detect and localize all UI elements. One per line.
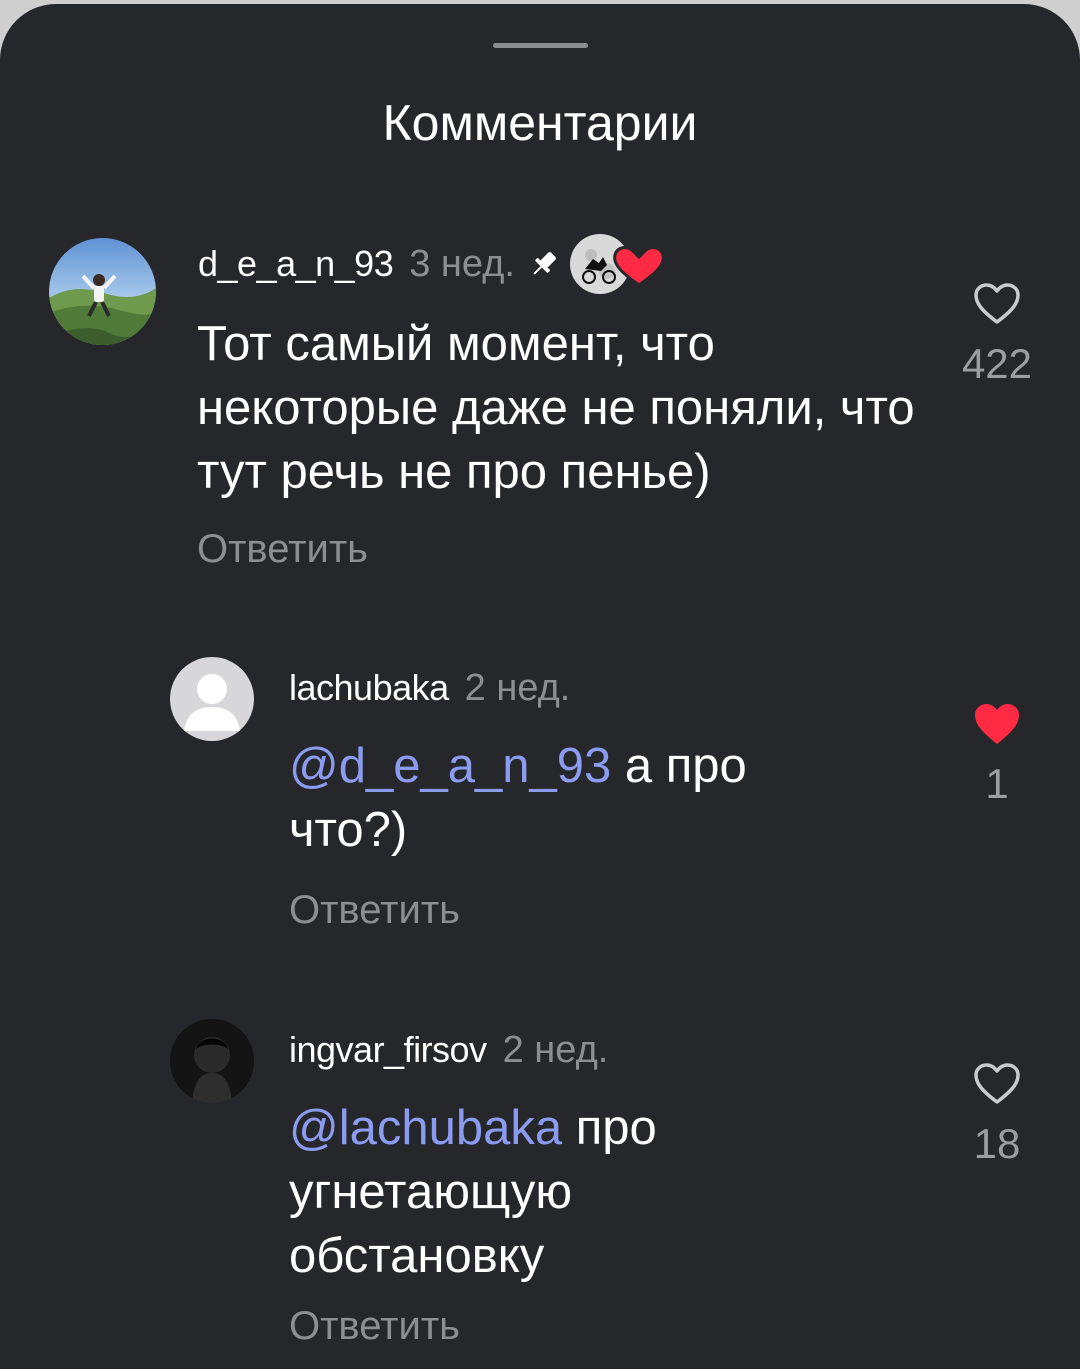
like-button[interactable]: 422 [937, 282, 1057, 388]
like-count: 422 [961, 340, 1033, 387]
username[interactable]: d_e_a_n_93 [198, 243, 394, 285]
mention-link[interactable]: @lachubaka [289, 1101, 562, 1155]
comment-text: @d_e_a_n_93 а про что?) [289, 739, 747, 857]
drag-handle[interactable] [493, 43, 588, 48]
author-liked-badge-icon [567, 231, 671, 297]
comment-meta: ingvar_firsov 2 нед. [289, 1022, 608, 1078]
comment-meta: d_e_a_n_93 3 нед. [198, 234, 671, 294]
heart-outline-icon [974, 1063, 1020, 1104]
like-count: 18 [973, 1120, 1021, 1167]
avatar[interactable] [170, 1019, 254, 1103]
pin-icon [527, 247, 561, 281]
avatar[interactable] [49, 238, 156, 345]
like-button[interactable]: 18 [937, 1062, 1057, 1168]
comment-meta: lachubaka 2 нед. [289, 660, 570, 716]
comments-sheet: Комментарии d_e_a_n_93 3 нед. Тот самый … [0, 4, 1080, 1369]
sheet-title: Комментарии [382, 95, 698, 151]
reply-button[interactable]: Ответить [289, 888, 460, 933]
username[interactable]: lachubaka [289, 667, 449, 709]
like-count: 1 [985, 760, 1009, 807]
comment-time: 2 нед. [464, 666, 571, 709]
avatar[interactable] [170, 657, 254, 741]
reply-button[interactable]: Ответить [289, 1304, 460, 1349]
heart-filled-icon [975, 704, 1019, 744]
heart-outline-icon [974, 283, 1020, 324]
username[interactable]: ingvar_firsov [289, 1029, 487, 1071]
mention-link[interactable]: @d_e_a_n_93 [289, 739, 611, 793]
comment-text: Тот самый момент, что некоторые даже не … [197, 317, 915, 499]
reply-button[interactable]: Ответить [197, 527, 368, 572]
comment-text: @lachubaka про угнетающую обстановку [289, 1101, 657, 1283]
comment-time: 2 нед. [502, 1028, 609, 1071]
comment-time: 3 нед. [409, 242, 515, 285]
like-button[interactable]: 1 [937, 702, 1057, 808]
